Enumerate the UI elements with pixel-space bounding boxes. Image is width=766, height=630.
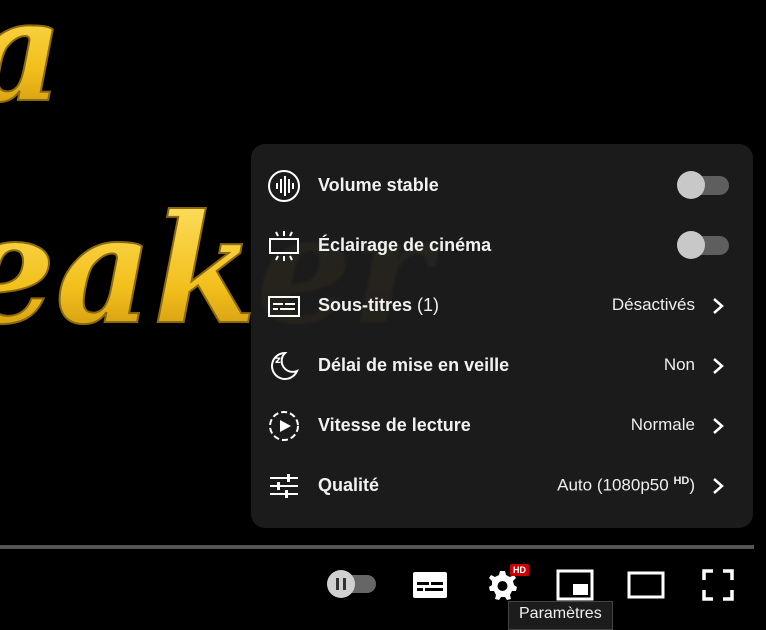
stable-volume-label: Volume stable (318, 174, 439, 195)
playback-speed-icon (269, 411, 299, 441)
subtitles-count: (1) (417, 294, 440, 315)
quality-value: Auto (1080p50 HD) (557, 474, 695, 495)
theater-mode-icon[interactable] (627, 571, 665, 599)
playback-speed-label: Vitesse de lecture (318, 414, 471, 435)
ambient-mode-icon (269, 231, 299, 261)
chevron-right-icon (713, 298, 724, 314)
settings-item-sleep-timer[interactable]: z Délai de mise en veille Non (251, 335, 753, 395)
fullscreen-icon[interactable] (702, 569, 734, 601)
player-controls (0, 549, 766, 628)
stable-volume-toggle[interactable] (677, 171, 731, 199)
quality-label: Qualité (318, 474, 380, 495)
settings-tooltip: Paramètres (508, 601, 613, 630)
settings-item-cinematic-lighting[interactable]: Éclairage de cinéma (251, 215, 753, 275)
video-title-fragment-top: a (0, 0, 63, 134)
settings-menu: Volume stable Éclairage de cinéma Sous-t (251, 144, 753, 528)
settings-item-stable-volume[interactable]: Volume stable (251, 155, 753, 215)
chevron-right-icon (713, 358, 724, 374)
quality-sliders-icon (270, 474, 298, 498)
subtitles-icon (268, 296, 300, 317)
sleep-timer-icon: z (271, 351, 299, 380)
hd-badge: HD (510, 564, 529, 576)
subtitles-value: Désactivés (611, 295, 695, 314)
cinematic-lighting-toggle[interactable] (677, 231, 731, 259)
miniplayer-icon[interactable] (556, 569, 594, 601)
playback-speed-value: Normale (630, 415, 695, 434)
settings-item-subtitles[interactable]: Sous-titres (1) Désactivés (251, 275, 753, 335)
settings-item-quality[interactable]: Qualité Auto (1080p50 HD) (251, 455, 753, 515)
settings-item-playback-speed[interactable]: Vitesse de lecture Normale (251, 395, 753, 455)
autoplay-toggle-icon[interactable] (326, 569, 378, 599)
subtitles-button-icon[interactable] (412, 571, 448, 599)
stable-volume-icon (268, 170, 300, 202)
chevron-right-icon (713, 478, 724, 494)
subtitles-label: Sous-titres (1) (318, 294, 440, 315)
chevron-right-icon (713, 418, 724, 434)
svg-text:z: z (275, 355, 281, 366)
sleep-timer-value: Non (663, 355, 695, 374)
cinematic-lighting-label: Éclairage de cinéma (318, 234, 492, 255)
sleep-timer-label: Délai de mise en veille (318, 354, 510, 375)
